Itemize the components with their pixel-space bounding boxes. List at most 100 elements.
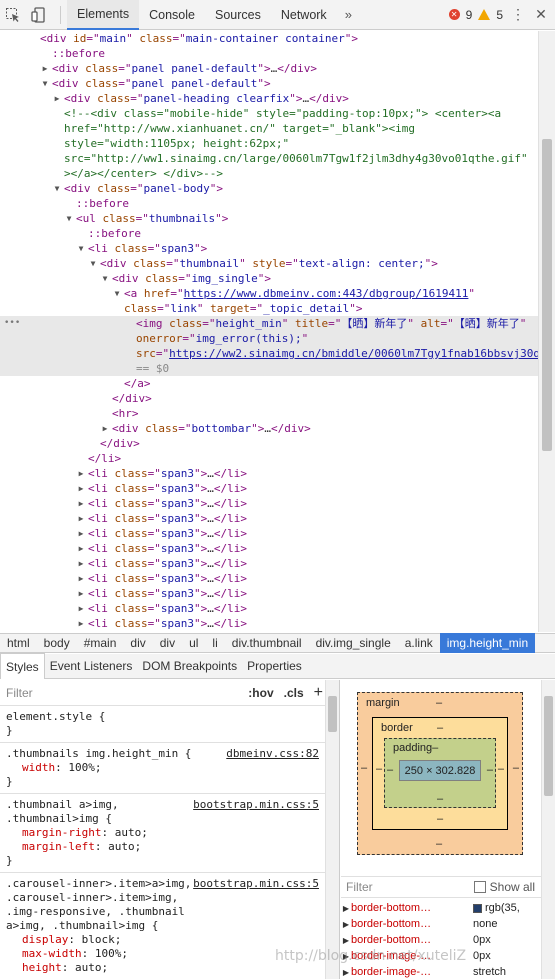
dom-node-line[interactable]: ▶<li class="span3">…</li> bbox=[0, 571, 538, 586]
tab-event-listeners[interactable]: Event Listeners bbox=[45, 654, 138, 679]
expand-arrow-icon[interactable]: ▶ bbox=[100, 421, 110, 436]
expand-arrow-icon[interactable]: ▶ bbox=[341, 904, 351, 913]
dom-node-line[interactable]: ▶<li class="span3">…</li> bbox=[0, 586, 538, 601]
dom-node-line[interactable]: <div id="main" class="main-container con… bbox=[0, 31, 538, 46]
style-property[interactable]: margin-right: auto; bbox=[6, 826, 333, 840]
margin-right-value[interactable]: – bbox=[513, 762, 519, 774]
expand-arrow-icon[interactable]: ▶ bbox=[76, 511, 86, 526]
dom-node-line[interactable]: ▼ <a href="https://www.dbmeinv.com:443/db… bbox=[0, 286, 538, 316]
rule-source-link[interactable]: bootstrap.min.css:5 bbox=[193, 877, 319, 891]
breadcrumb-item[interactable]: #main bbox=[77, 633, 124, 653]
breadcrumb-item[interactable]: li bbox=[205, 633, 224, 653]
collapse-arrow-icon[interactable]: ▼ bbox=[76, 241, 86, 256]
color-swatch-icon[interactable] bbox=[473, 903, 482, 913]
dom-node-line[interactable]: ▶<li class="span3">…</li> bbox=[0, 601, 538, 616]
expand-arrow-icon[interactable]: ▶ bbox=[40, 61, 50, 76]
breadcrumb-item[interactable]: div bbox=[153, 633, 182, 653]
style-rule[interactable]: element.style {} bbox=[0, 706, 339, 743]
rule-source-link[interactable]: bootstrap.min.css:5 bbox=[193, 798, 319, 812]
dom-node-line[interactable]: </a> bbox=[0, 376, 538, 391]
margin-bottom-value[interactable]: – bbox=[436, 838, 442, 850]
new-style-rule-button[interactable]: + bbox=[314, 684, 323, 702]
styles-filter-input[interactable]: Filter bbox=[6, 686, 33, 700]
dom-node-line[interactable]: ▶<li class="span3">…</li> bbox=[0, 481, 538, 496]
collapse-arrow-icon[interactable]: ▼ bbox=[52, 181, 62, 196]
show-all-toggle[interactable]: Show all bbox=[473, 880, 535, 894]
property-name[interactable]: width bbox=[22, 761, 55, 774]
dom-node-line[interactable]: </div> bbox=[0, 436, 538, 451]
show-all-checkbox[interactable] bbox=[473, 881, 486, 893]
computed-property[interactable]: ▶ border-bottom… 0px bbox=[341, 932, 541, 948]
close-icon[interactable]: ✕ bbox=[533, 6, 549, 23]
kebab-menu-icon[interactable]: ⋮ bbox=[509, 6, 527, 23]
property-value[interactable]: 100%; bbox=[68, 761, 101, 774]
border-left-value[interactable]: – bbox=[376, 763, 382, 775]
dom-node-line[interactable]: ▼ <div class="panel-body"> bbox=[0, 181, 538, 196]
expand-arrow-icon[interactable]: ▶ bbox=[76, 541, 86, 556]
property-name[interactable]: height bbox=[22, 961, 62, 974]
dom-node-line[interactable]: ▶<li class="span3">…</li> bbox=[0, 526, 538, 541]
computed-property[interactable]: ▶ border-image-… stretch bbox=[341, 964, 541, 979]
expand-arrow-icon[interactable]: ▶ bbox=[76, 586, 86, 601]
rule-source-link[interactable]: dbmeinv.css:82 bbox=[226, 747, 319, 761]
computed-property[interactable]: ▶ border-bottom… none bbox=[341, 916, 541, 932]
dom-node-line[interactable]: ::before bbox=[0, 196, 538, 211]
padding-bottom-value[interactable]: – bbox=[437, 793, 443, 805]
dom-token-link[interactable]: https://www.dbmeinv.com:443/dbgroup/1619… bbox=[184, 287, 469, 300]
property-value[interactable]: 100%; bbox=[95, 947, 128, 960]
dom-node-line[interactable]: <!--<div class="mobile-hide" style="padd… bbox=[0, 106, 538, 181]
property-name[interactable]: margin-right bbox=[22, 826, 101, 839]
property-name[interactable]: max-width bbox=[22, 947, 82, 960]
rule-selector[interactable]: element.style { bbox=[6, 710, 333, 724]
breadcrumb-item[interactable]: a.link bbox=[398, 633, 440, 653]
dom-node-line[interactable]: ▼ <div class="thumbnail" style="text-alig… bbox=[0, 256, 538, 271]
padding-right-value[interactable]: – bbox=[487, 764, 493, 776]
dom-node-line[interactable]: ▶<li class="span3">…</li> bbox=[0, 631, 538, 632]
margin-top-value[interactable]: – bbox=[436, 697, 442, 709]
expand-arrow-icon[interactable]: ▶ bbox=[76, 631, 86, 632]
property-name[interactable]: margin-left bbox=[22, 840, 95, 853]
breadcrumb-item[interactable]: body bbox=[37, 633, 77, 653]
dom-node-line[interactable]: ▶ <div class="bottombar">…</div> bbox=[0, 421, 538, 436]
inspect-element-icon[interactable] bbox=[0, 0, 26, 30]
computed-scrollbar[interactable] bbox=[541, 680, 555, 979]
computed-property[interactable]: ▶ border-bottom… rgb(35, bbox=[341, 900, 541, 916]
cls-toggle[interactable]: .cls bbox=[284, 686, 304, 700]
expand-arrow-icon[interactable]: ▶ bbox=[52, 91, 62, 106]
border-right-value[interactable]: – bbox=[498, 763, 504, 775]
dom-node-line[interactable]: ▼ <li class="span3"> bbox=[0, 241, 538, 256]
style-property[interactable]: display: block; bbox=[6, 933, 333, 947]
expand-arrow-icon[interactable]: ▶ bbox=[76, 481, 86, 496]
dom-node-line[interactable]: ▶ <div class="panel-heading clearfix">…</… bbox=[0, 91, 538, 106]
collapse-arrow-icon[interactable]: ▼ bbox=[64, 211, 74, 226]
collapse-arrow-icon[interactable]: ▼ bbox=[88, 256, 98, 271]
margin-left-value[interactable]: – bbox=[361, 762, 367, 774]
style-property[interactable]: width: 100%; bbox=[6, 761, 333, 775]
expand-arrow-icon[interactable]: ▶ bbox=[76, 496, 86, 511]
property-value[interactable]: auto; bbox=[75, 961, 108, 974]
property-value[interactable]: block; bbox=[82, 933, 122, 946]
dom-node-line[interactable]: ▶<li class="span3">…</li> bbox=[0, 556, 538, 571]
dom-scrollbar-thumb[interactable] bbox=[542, 139, 552, 451]
collapse-arrow-icon[interactable]: ▼ bbox=[112, 286, 122, 301]
expand-arrow-icon[interactable]: ▶ bbox=[341, 936, 351, 945]
expand-arrow-icon[interactable]: ▶ bbox=[76, 616, 86, 631]
dom-node-line[interactable]: ▼ <div class="panel panel-default"> bbox=[0, 76, 538, 91]
tab-sources[interactable]: Sources bbox=[205, 0, 271, 30]
tab-elements[interactable]: Elements bbox=[67, 0, 140, 30]
dom-token-link[interactable]: https://ww2.sinaimg.cn/bmiddle/0060lm7Tg… bbox=[169, 347, 538, 360]
breadcrumb-item[interactable]: div.thumbnail bbox=[225, 633, 309, 653]
styles-scrollbar[interactable] bbox=[325, 680, 339, 979]
border-bottom-value[interactable]: – bbox=[437, 813, 443, 825]
style-rule[interactable]: .thumbnails img.height_min {dbmeinv.css:… bbox=[0, 743, 339, 794]
dom-node-line[interactable]: ▶<li class="span3">…</li> bbox=[0, 541, 538, 556]
tab-console[interactable]: Console bbox=[139, 0, 205, 30]
style-rule[interactable]: .thumbnail a>img, .thumbnail>img {bootst… bbox=[0, 794, 339, 873]
dom-node-line[interactable]: </div> bbox=[0, 391, 538, 406]
expand-arrow-icon[interactable]: ▶ bbox=[341, 968, 351, 977]
tab-properties[interactable]: Properties bbox=[242, 654, 307, 679]
box-model-content[interactable]: 250 × 302.828 bbox=[399, 760, 481, 781]
dom-node-line[interactable]: ▼ <div class="img_single"> bbox=[0, 271, 538, 286]
breadcrumb-item[interactable]: div.img_single bbox=[309, 633, 398, 653]
breadcrumb-item[interactable]: html bbox=[0, 633, 37, 653]
